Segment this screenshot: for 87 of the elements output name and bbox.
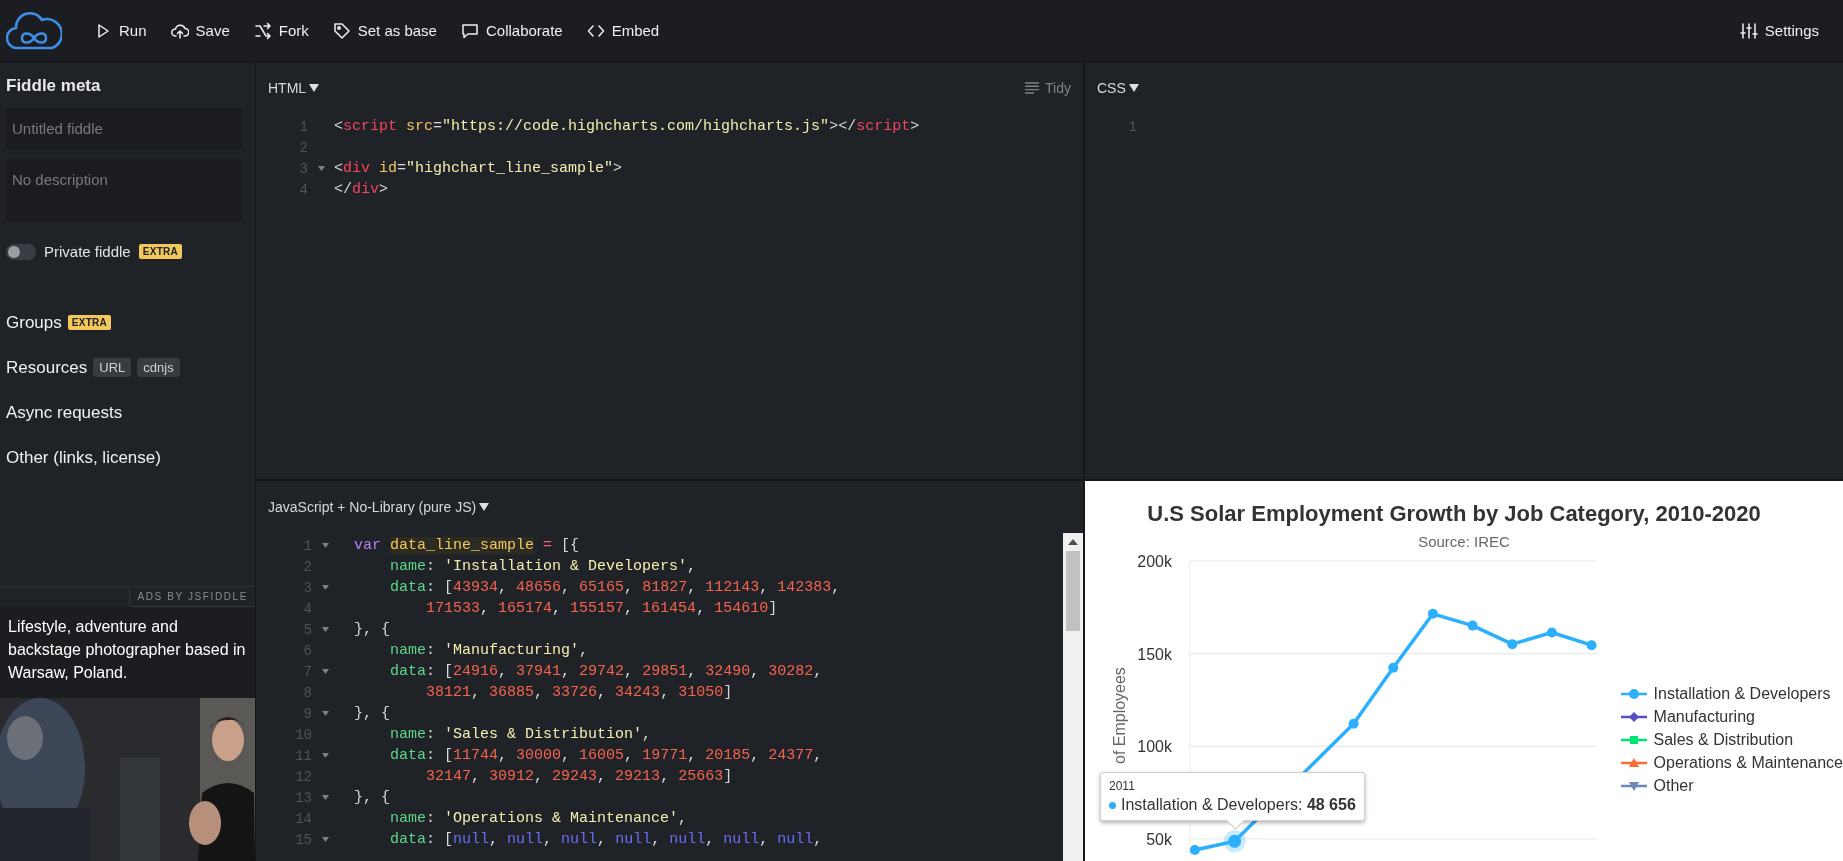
- shuffle-icon: [253, 21, 272, 40]
- toolbar-button[interactable]: Collaborate: [450, 15, 573, 46]
- section-link[interactable]: Other (links, license): [6, 447, 161, 468]
- tooltip-title: 2011: [1109, 779, 1136, 793]
- code-line: name: 'Installation & Developers',: [389, 558, 697, 575]
- axis-tick-label: 200k: [1137, 553, 1172, 571]
- legend-label[interactable]: Sales & Distribution: [1653, 731, 1794, 749]
- sidebar-title: Fiddle meta: [6, 76, 102, 96]
- tooltip-text: Installation & Developers: 48 656: [1121, 796, 1356, 814]
- fold-arrow-icon[interactable]: [321, 585, 329, 590]
- fold-arrow-icon[interactable]: [317, 166, 325, 171]
- fold-arrow-icon[interactable]: [321, 543, 329, 548]
- toolbar-button[interactable]: Set as base: [322, 15, 447, 46]
- code-line: data: [24916, 37941, 29742, 29851, 32490, 30282,: [389, 663, 823, 680]
- code-line: }, {: [353, 621, 390, 638]
- data-point[interactable]: [1189, 845, 1200, 856]
- extra-badge: EXTRA: [138, 244, 183, 259]
- description-field[interactable]: No description: [6, 159, 242, 221]
- chart-title: U.S Solar Employment Growth by Job Category, 2010-2020: [1147, 501, 1761, 527]
- chart-subtitle: Source: IREC: [1418, 533, 1510, 550]
- data-point[interactable]: [1223, 830, 1246, 853]
- code-line: <div id="highchart_line_sample">: [334, 160, 623, 177]
- data-point[interactable]: [1467, 620, 1478, 631]
- toolbar-button[interactable]: Fork: [243, 15, 319, 46]
- section-link[interactable]: Groups: [6, 312, 62, 333]
- code-line: </div>: [334, 181, 389, 198]
- code-line: name: 'Operations & Maintenance',: [389, 810, 688, 827]
- data-point[interactable]: [1348, 718, 1359, 729]
- caret-icon: [479, 503, 490, 511]
- code-line: 171533, 165174, 155157, 161454, 154610]: [425, 600, 778, 617]
- toolbar-button[interactable]: Embed: [576, 15, 670, 46]
- code-line: }, {: [353, 705, 390, 722]
- speech-bubble-icon: [460, 21, 479, 40]
- legend-label[interactable]: Manufacturing: [1653, 708, 1755, 726]
- scroll-up-icon[interactable]: [1068, 539, 1078, 545]
- caret-icon: [309, 84, 320, 92]
- code-line: name: 'Manufacturing',: [389, 642, 589, 659]
- toggle-switch[interactable]: [6, 243, 36, 260]
- cloud-logo-icon[interactable]: [6, 9, 62, 52]
- resource-tag[interactable]: cdnjs: [137, 358, 180, 377]
- caret-icon: [1128, 84, 1139, 92]
- fold-arrow-icon[interactable]: [321, 795, 329, 800]
- code-line: }, {: [353, 789, 390, 806]
- fold-arrow-icon[interactable]: [321, 711, 329, 716]
- fold-arrow-icon[interactable]: [321, 753, 329, 758]
- data-point[interactable]: [1546, 627, 1557, 638]
- resource-tag[interactable]: URL: [93, 358, 132, 377]
- data-point[interactable]: [1388, 662, 1399, 673]
- axis-tick-label: 150k: [1137, 645, 1172, 663]
- tag-icon: [332, 21, 351, 40]
- tidy-button[interactable]: Tidy: [1025, 80, 1071, 96]
- code-line: name: 'Sales & Distribution',: [389, 726, 652, 743]
- data-point[interactable]: [1507, 639, 1518, 650]
- title-field[interactable]: Untitled fiddle: [6, 108, 242, 149]
- legend-label[interactable]: Other: [1653, 777, 1694, 795]
- scrollbar-thumb[interactable]: [1066, 551, 1080, 631]
- axis-tick-label: 100k: [1137, 738, 1172, 756]
- code-line: var data_line_sample = [{: [353, 537, 580, 554]
- lines-icon: [1025, 82, 1040, 94]
- code-line: data: [43934, 48656, 65165, 81827, 112143, 142383,: [389, 579, 841, 596]
- extra-badge: EXTRA: [67, 315, 112, 330]
- axis-title: of Employees: [1110, 667, 1128, 764]
- language-dropdown[interactable]: HTML: [268, 80, 320, 96]
- axis-tick-label: 50k: [1146, 830, 1172, 848]
- code-line: data: [11744, 30000, 16005, 19771, 20185, 24377,: [389, 747, 823, 764]
- language-dropdown[interactable]: CSS: [1097, 80, 1139, 96]
- scrollbar[interactable]: [1063, 533, 1083, 861]
- section-link[interactable]: Resources: [6, 357, 88, 378]
- ad-text[interactable]: Lifestyle, adventure and backstage photographer based in Warsaw, Poland.: [0, 607, 255, 698]
- code-line: data: [null, null, null, null, null, null, null,: [389, 831, 823, 848]
- fold-arrow-icon[interactable]: [321, 837, 329, 842]
- language-dropdown[interactable]: JavaScript + No-Library (pure JS): [268, 499, 490, 515]
- toolbar-button[interactable]: Run: [84, 15, 157, 46]
- settings-icon: [1739, 21, 1758, 40]
- section-link[interactable]: Async requests: [6, 402, 123, 423]
- code-line: 38121, 36885, 33726, 34243, 31050]: [425, 684, 733, 701]
- fold-arrow-icon[interactable]: [321, 627, 329, 632]
- legend-label[interactable]: Operations & Maintenance: [1653, 754, 1843, 772]
- legend-label[interactable]: Installation & Developers: [1653, 685, 1831, 703]
- code-line: <script src="https://code.highcharts.com/highcharts.js"></script>: [334, 118, 920, 135]
- fold-arrow-icon[interactable]: [321, 669, 329, 674]
- settings-button[interactable]: Settings: [1729, 15, 1829, 46]
- toggle-label: Private fiddle: [44, 243, 131, 260]
- code-line: 32147, 30912, 29243, 29213, 25663]: [425, 768, 733, 785]
- data-point[interactable]: [1427, 608, 1438, 619]
- toolbar-button[interactable]: Save: [160, 15, 240, 46]
- data-point[interactable]: [1586, 640, 1597, 651]
